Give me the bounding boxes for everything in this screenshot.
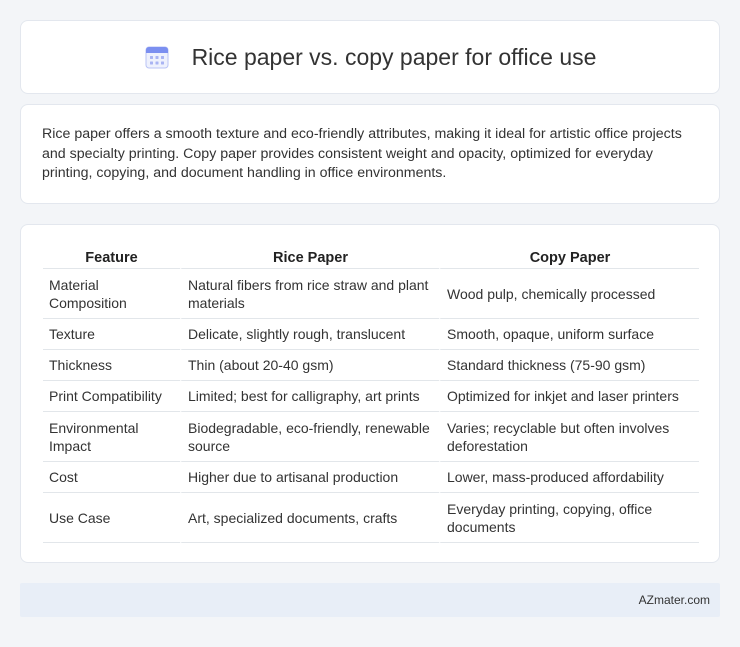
- copy-paper-cell: Standard thickness (75-90 gsm): [439, 350, 699, 381]
- feature-cell: Material Composition: [43, 269, 180, 319]
- feature-cell: Use Case: [43, 493, 180, 543]
- feature-cell: Environmental Impact: [43, 412, 180, 462]
- table-row: Use Case Art, specialized documents, cra…: [43, 493, 699, 543]
- table-row: Material Composition Natural fibers from…: [43, 269, 699, 319]
- rice-paper-cell: Higher due to artisanal production: [180, 462, 439, 493]
- table-row: Cost Higher due to artisanal production …: [43, 462, 699, 493]
- description-text: Rice paper offers a smooth texture and e…: [42, 126, 682, 181]
- rice-paper-cell: Art, specialized documents, crafts: [180, 493, 439, 543]
- feature-cell: Print Compatibility: [43, 381, 180, 412]
- calendar-icon: [145, 46, 169, 69]
- header-rice-paper: Rice Paper: [180, 246, 439, 269]
- rice-paper-cell: Natural fibers from rice straw and plant…: [180, 269, 439, 319]
- feature-cell: Cost: [43, 462, 180, 493]
- footer: AZmater.com: [20, 583, 720, 617]
- copy-paper-cell: Wood pulp, chemically processed: [439, 269, 699, 319]
- feature-cell: Texture: [43, 319, 180, 350]
- table-header-row: Feature Rice Paper Copy Paper: [43, 246, 699, 269]
- copy-paper-cell: Varies; recyclable but often involves de…: [439, 412, 699, 462]
- table-row: Texture Delicate, slightly rough, transl…: [43, 319, 699, 350]
- page-title: Rice paper vs. copy paper for office use: [191, 43, 597, 70]
- rice-paper-cell: Thin (about 20-40 gsm): [180, 350, 439, 381]
- rice-paper-cell: Limited; best for calligraphy, art print…: [180, 381, 439, 412]
- rice-paper-cell: Biodegradable, eco-friendly, renewable s…: [180, 412, 439, 462]
- footer-site-link[interactable]: AZmater.com: [639, 593, 710, 607]
- table-row: Print Compatibility Limited; best for ca…: [43, 381, 699, 412]
- rice-paper-cell: Delicate, slightly rough, translucent: [180, 319, 439, 350]
- copy-paper-cell: Everyday printing, copying, office docum…: [439, 493, 699, 543]
- comparison-table: Feature Rice Paper Copy Paper Material C…: [43, 246, 699, 543]
- table-row: Environmental Impact Biodegradable, eco-…: [43, 412, 699, 462]
- header-copy-paper: Copy Paper: [439, 246, 699, 269]
- copy-paper-cell: Lower, mass-produced affordability: [439, 462, 699, 493]
- header-feature: Feature: [43, 246, 180, 269]
- feature-cell: Thickness: [43, 350, 180, 381]
- copy-paper-cell: Optimized for inkjet and laser printers: [439, 381, 699, 412]
- description-card: Rice paper offers a smooth texture and e…: [20, 104, 720, 204]
- table-row: Thickness Thin (about 20-40 gsm) Standar…: [43, 350, 699, 381]
- comparison-table-card: Feature Rice Paper Copy Paper Material C…: [20, 224, 720, 563]
- copy-paper-cell: Smooth, opaque, uniform surface: [439, 319, 699, 350]
- title-card: Rice paper vs. copy paper for office use: [20, 20, 720, 94]
